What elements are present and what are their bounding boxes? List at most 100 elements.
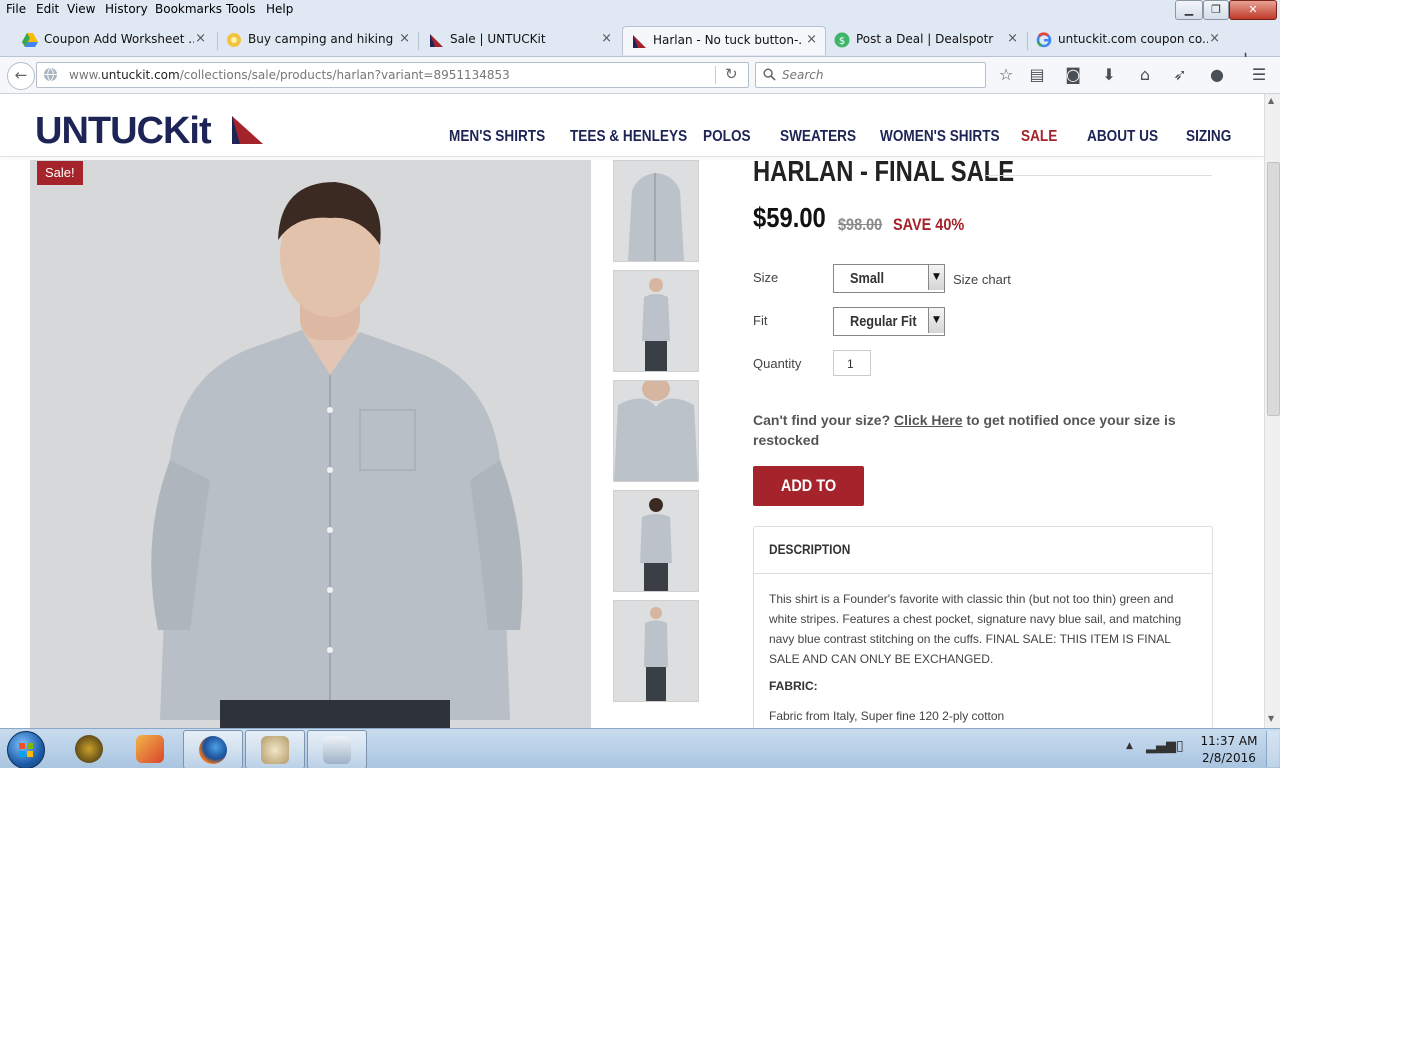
tab-sale-untuckit[interactable]: Sale | UNTUCKit × xyxy=(420,26,620,54)
firefox-icon xyxy=(199,736,227,764)
start-button[interactable] xyxy=(7,731,45,768)
dealspotr-icon: $ xyxy=(834,32,850,48)
url-divider xyxy=(715,66,716,84)
svg-text:$: $ xyxy=(839,36,845,47)
nav-tees-henleys[interactable]: TEES & HENLEYS xyxy=(570,128,687,146)
google-icon xyxy=(1036,32,1052,48)
tray-expand-icon[interactable]: ▲ xyxy=(1126,741,1133,751)
clock-date: 2/8/2016 xyxy=(1202,751,1256,765)
size-label: Size xyxy=(753,270,779,285)
globe-icon[interactable] xyxy=(43,67,58,82)
pocket-icon[interactable]: ◙ xyxy=(1063,65,1083,85)
close-window-button[interactable]: ✕ xyxy=(1229,0,1277,20)
vertical-scrollbar[interactable]: ▲ ▼ xyxy=(1264,94,1280,728)
chat-icon[interactable]: ● xyxy=(1207,65,1227,85)
clock[interactable]: 11:37 AM 2/8/2016 xyxy=(1196,733,1262,767)
product-main-image[interactable] xyxy=(30,160,591,728)
tab-coupon-worksheet[interactable]: Coupon Add Worksheet ... × xyxy=(14,26,214,54)
search-placeholder: Search xyxy=(782,68,824,82)
tab-label: Harlan - No tuck button-... xyxy=(653,33,803,47)
nav-sweaters[interactable]: SWEATERS xyxy=(780,128,856,146)
thumbnail-image xyxy=(614,161,698,261)
product-thumbnail[interactable] xyxy=(613,600,699,702)
taskbar-app[interactable] xyxy=(60,730,118,767)
menu-tools[interactable]: Tools xyxy=(226,2,256,16)
size-value: Small xyxy=(850,270,885,287)
tab-camping[interactable]: Buy camping and hiking ... × xyxy=(218,26,418,54)
search-icon xyxy=(763,68,776,81)
google-drive-icon xyxy=(22,33,38,47)
nav-about-us[interactable]: ABOUT US xyxy=(1087,128,1158,146)
menu-bar: File Edit View History Bookmarks Tools H… xyxy=(0,0,1280,20)
tab-dealspotr[interactable]: $ Post a Deal | Dealspotr × xyxy=(826,26,1026,54)
description-panel: DESCRIPTION This shirt is a Founder's fa… xyxy=(753,526,1213,728)
menu-bookmarks[interactable]: Bookmarks xyxy=(155,2,222,16)
scrollbar-thumb[interactable] xyxy=(1267,162,1280,416)
bookmark-star-icon[interactable]: ☆ xyxy=(996,65,1016,85)
product-thumbnail[interactable] xyxy=(613,490,699,592)
scroll-up-icon[interactable]: ▲ xyxy=(1268,96,1274,105)
tab-close-icon[interactable]: × xyxy=(399,31,410,46)
sun-icon xyxy=(227,33,241,47)
taskbar-app[interactable] xyxy=(307,730,367,768)
fit-select[interactable]: Regular Fit ▼ xyxy=(833,307,945,336)
model-shirt-image xyxy=(30,160,591,728)
restock-notify-link[interactable]: Click Here xyxy=(894,412,962,428)
product-thumbnail[interactable] xyxy=(613,380,699,482)
tab-close-icon[interactable]: × xyxy=(1007,31,1018,46)
navigation-toolbar: ← www.untuckit.com/collections/sale/prod… xyxy=(0,57,1280,94)
description-header[interactable]: DESCRIPTION xyxy=(754,527,1212,574)
nav-sale[interactable]: SALE xyxy=(1021,128,1057,146)
url-bar[interactable]: www.untuckit.com/collections/sale/produc… xyxy=(36,62,749,88)
tab-label: Post a Deal | Dealspotr xyxy=(856,32,994,46)
minimize-button[interactable]: ▁ xyxy=(1175,0,1203,20)
menu-file[interactable]: File xyxy=(6,2,26,16)
search-input[interactable]: Search xyxy=(755,62,986,88)
page-viewport: UNTUCKit MEN'S SHIRTS TEES & HENLEYS POL… xyxy=(0,94,1264,728)
original-price: $98.00 xyxy=(838,215,883,234)
untuckit-sail-icon xyxy=(430,34,443,47)
thumbnail-image xyxy=(614,601,698,701)
tab-close-icon[interactable]: × xyxy=(1209,31,1220,46)
taskbar-app[interactable] xyxy=(245,730,305,768)
download-icon[interactable]: ⬇ xyxy=(1099,65,1119,85)
tab-close-icon[interactable]: × xyxy=(601,31,612,46)
back-button[interactable]: ← xyxy=(7,62,35,90)
send-icon[interactable]: ➶ xyxy=(1170,65,1190,85)
menu-history[interactable]: History xyxy=(105,2,148,16)
quantity-input[interactable]: 1 xyxy=(833,350,871,376)
power-icon[interactable]: ▯ xyxy=(1176,738,1184,754)
tab-close-icon[interactable]: × xyxy=(806,32,817,47)
menu-help[interactable]: Help xyxy=(266,2,293,16)
untuckit-logo[interactable]: UNTUCKit xyxy=(35,110,212,153)
tab-google-coupon[interactable]: untuckit.com coupon co... × xyxy=(1028,26,1228,54)
nav-sizing[interactable]: SIZING xyxy=(1186,128,1231,146)
fit-value: Regular Fit xyxy=(850,313,917,330)
nav-polos[interactable]: POLOS xyxy=(703,128,751,146)
taskbar-app[interactable] xyxy=(121,730,179,767)
tab-harlan-active[interactable]: Harlan - No tuck button-... × xyxy=(622,26,826,55)
arrow-left-icon: ← xyxy=(14,66,28,84)
hamburger-menu-icon[interactable]: ☰ xyxy=(1249,65,1269,85)
add-to-cart-button[interactable]: ADD TO CART xyxy=(753,466,864,535)
size-chart-link[interactable]: Size chart xyxy=(953,272,1011,287)
nav-mens-shirts[interactable]: MEN'S SHIRTS xyxy=(449,128,545,146)
reload-icon[interactable]: ↻ xyxy=(725,65,738,83)
menu-view[interactable]: View xyxy=(67,2,95,16)
reading-list-icon[interactable]: ▤ xyxy=(1027,65,1047,85)
product-thumbnail[interactable] xyxy=(613,160,699,262)
show-desktop-button[interactable] xyxy=(1266,731,1279,767)
product-thumbnail[interactable] xyxy=(613,270,699,372)
sale-badge: Sale! xyxy=(37,161,83,185)
windows-taskbar: ▲ ▂▄▆ ▯ 11:37 AM 2/8/2016 xyxy=(0,728,1280,768)
network-icon[interactable]: ▂▄▆ xyxy=(1146,739,1176,754)
menu-edit[interactable]: Edit xyxy=(36,2,59,16)
thumbnail-image xyxy=(614,271,698,371)
restore-button[interactable]: ❐ xyxy=(1203,0,1229,20)
scroll-down-icon[interactable]: ▼ xyxy=(1268,714,1274,723)
home-icon[interactable]: ⌂ xyxy=(1135,65,1155,85)
taskbar-app-active[interactable] xyxy=(183,730,243,768)
nav-womens-shirts[interactable]: WOMEN'S SHIRTS xyxy=(880,128,1000,146)
tab-close-icon[interactable]: × xyxy=(195,31,206,46)
size-select[interactable]: Small ▼ xyxy=(833,264,945,293)
